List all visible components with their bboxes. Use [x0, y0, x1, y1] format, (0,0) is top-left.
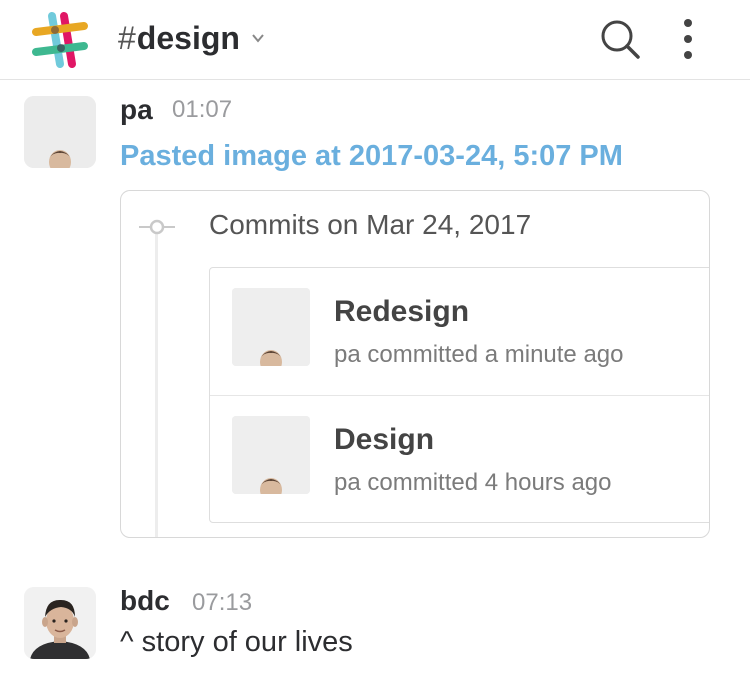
- commit-title: Redesign: [334, 295, 470, 328]
- commit-meta: pa committed 4 hours ago: [334, 469, 612, 496]
- user-photo-icon: [232, 416, 310, 494]
- commit-node-icon: [139, 219, 175, 235]
- slack-logo-icon[interactable]: [30, 10, 90, 70]
- avatar[interactable]: [24, 587, 96, 659]
- channel-hash: #: [118, 20, 136, 56]
- more-vertical-icon[interactable]: [676, 16, 700, 62]
- commit-item: Design pa committed 4 hours ago: [210, 395, 709, 523]
- commit-item: Redesign pa committed a minute ago: [210, 268, 709, 396]
- channel-name: design: [136, 20, 240, 56]
- commit-meta: pa committed a minute ago: [334, 341, 624, 368]
- avatar[interactable]: [24, 96, 96, 168]
- user-photo-icon: [232, 288, 310, 366]
- timeline-line: [155, 231, 158, 537]
- commit-avatar: [232, 288, 310, 366]
- message-author[interactable]: bdc: [120, 585, 170, 617]
- commit-title: Design: [334, 423, 435, 456]
- commit-list: Redesign pa committed a minute ago Desig…: [209, 267, 709, 523]
- chevron-down-icon[interactable]: [250, 30, 266, 46]
- channel-title[interactable]: # design: [118, 18, 266, 58]
- commit-avatar: [232, 416, 310, 494]
- commits-heading: Commits on Mar 24, 2017: [209, 209, 532, 240]
- message-text: ^ story of our lives: [120, 626, 353, 658]
- attachment-title-link[interactable]: Pasted image at 2017-03-24, 5:07 PM: [120, 138, 623, 174]
- pasted-image[interactable]: Commits on Mar 24, 2017 Redesign pa comm…: [120, 190, 710, 538]
- user-photo-icon: [24, 96, 96, 168]
- search-icon[interactable]: [598, 17, 642, 61]
- message-timestamp[interactable]: 01:07: [172, 94, 232, 126]
- channel-header: # design: [0, 0, 750, 80]
- message-author[interactable]: pa: [120, 94, 153, 126]
- message-timestamp[interactable]: 07:13: [192, 587, 252, 619]
- user-photo-icon: [24, 587, 96, 659]
